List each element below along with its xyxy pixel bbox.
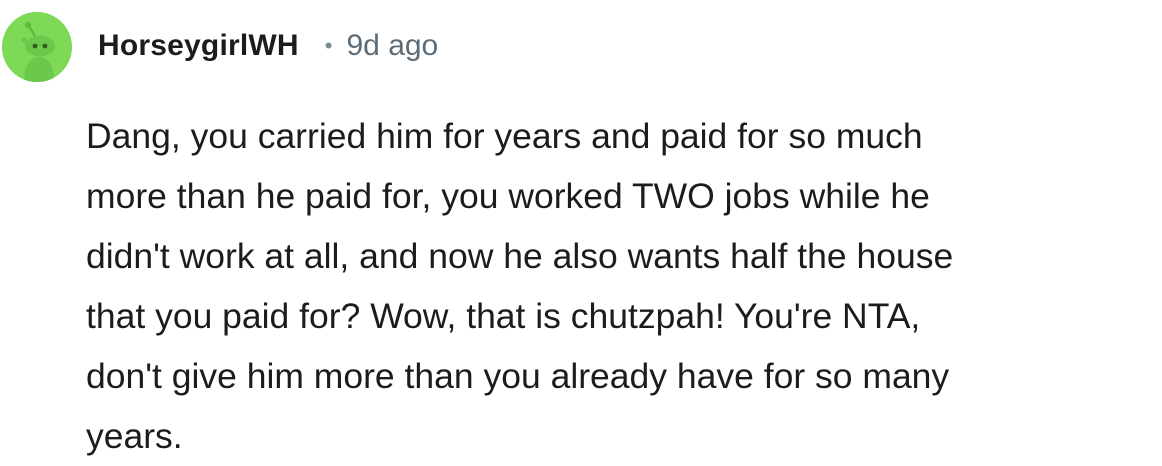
comment-header: HorseygirlWH • 9d ago [98,26,438,66]
comment: HorseygirlWH • 9d ago Dang, you carried … [0,0,1162,462]
comment-body: Dang, you carried him for years and paid… [86,116,954,456]
username-link[interactable]: HorseygirlWH [98,29,299,63]
timestamp[interactable]: 9d ago [346,29,438,63]
separator-dot: • [324,33,333,58]
reddit-snoo-avatar-icon [2,12,72,82]
avatar[interactable] [2,12,72,82]
